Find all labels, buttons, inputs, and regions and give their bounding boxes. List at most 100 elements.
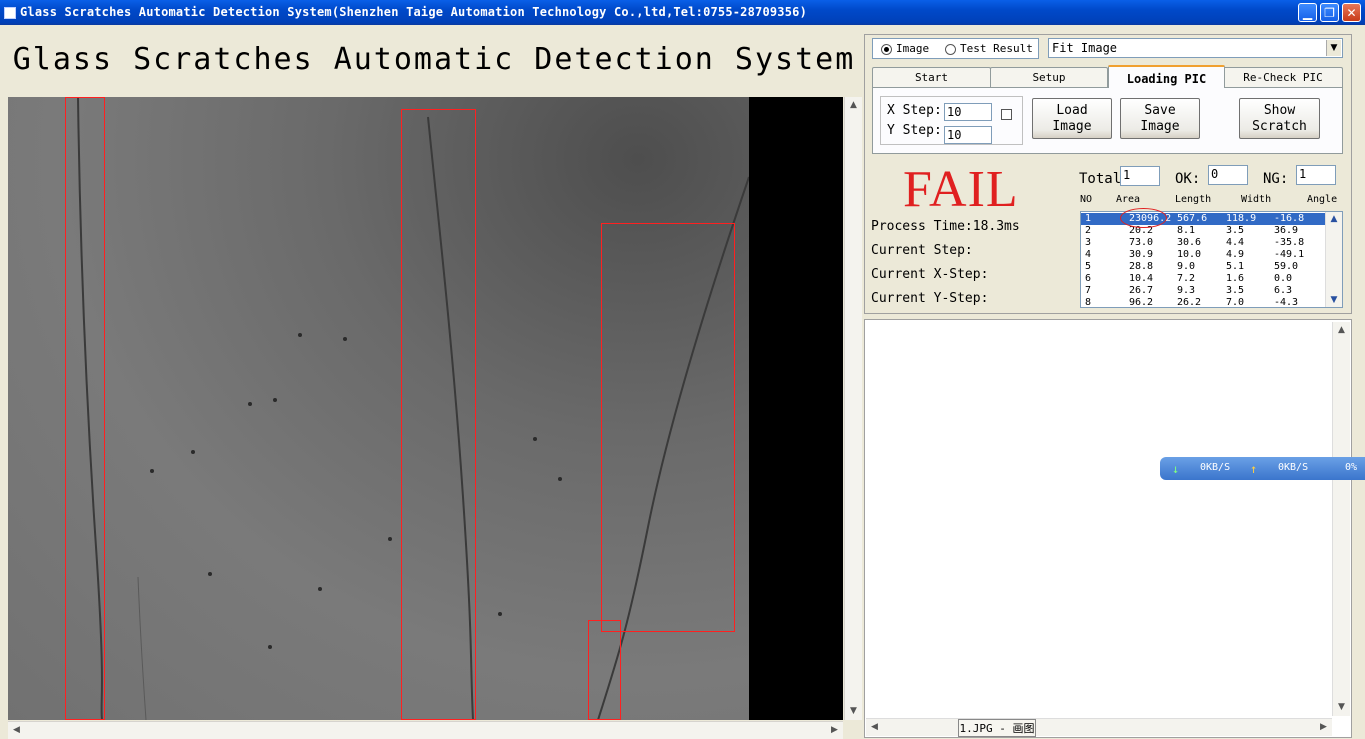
radio-test-result[interactable]: Test Result [945,42,1033,55]
scroll-up-icon[interactable]: ▲ [845,97,862,114]
scratch-box [65,97,105,720]
table-cell: 6.3 [1274,285,1293,296]
radio-off-icon [945,43,956,55]
table-row[interactable]: 8 96.2 26.2 7.0 -4.3 [1081,297,1326,308]
scroll-left-icon[interactable]: ◀ [8,722,25,739]
tab-recheck-pic[interactable]: Re-Check PIC [1223,67,1343,87]
table-cell: 10.0 [1177,249,1202,260]
title-bar: Glass Scratches Automatic Detection Syst… [0,0,1365,25]
output-area[interactable] [864,319,1352,738]
table-cell: 3.5 [1226,285,1245,296]
minimize-button[interactable]: ▁ [1298,3,1317,22]
window-title: Glass Scratches Automatic Detection Syst… [20,5,808,19]
table-cell: -35.8 [1274,237,1305,248]
ok-label: OK: [1175,171,1201,187]
usage-percent: 0% [1345,462,1358,473]
table-cell: 567.6 [1177,213,1208,224]
table-cell: 5.1 [1226,261,1245,272]
col-area: Area [1116,194,1141,205]
load-image-button[interactable]: Load Image [1032,98,1112,139]
table-cell: 59.0 [1274,261,1299,272]
table-cell: 36.9 [1274,225,1299,236]
scroll-right-icon[interactable]: ▶ [1315,719,1332,736]
highlight-circle [1120,208,1167,228]
close-button[interactable]: ✕ [1342,3,1361,22]
table-cell: 30.9 [1129,249,1154,260]
table-cell: 30.6 [1177,237,1202,248]
table-row[interactable]: 1 23096.2 567.6 118.9 -16.8 [1081,213,1326,225]
tab-start[interactable]: Start [872,67,991,87]
table-row[interactable]: 4 30.9 10.0 4.9 -49.1 [1081,249,1326,261]
x-step-label: X Step: [887,103,942,118]
scratch-box [601,223,735,632]
fit-select[interactable]: Fit Image ▼ [1048,38,1343,58]
maximize-button[interactable]: ❐ [1320,3,1339,22]
table-cell: 96.2 [1129,297,1154,308]
scratch-box [401,109,476,720]
table-cell: -16.8 [1274,213,1305,224]
chevron-down-icon[interactable]: ▼ [1326,40,1341,56]
y-step-input[interactable]: 10 [944,126,992,144]
glass-image [8,97,749,720]
output-vertical-scrollbar[interactable]: ▲ ▼ [1332,322,1350,716]
table-row[interactable]: 6 10.4 7.2 1.6 0.0 [1081,273,1326,285]
current-step: Current Step: [871,243,973,258]
ok-field[interactable]: 0 [1208,165,1248,185]
scroll-down-icon[interactable]: ▼ [1333,699,1350,716]
table-cell: 28.8 [1129,261,1154,272]
process-time: Process Time:18.3ms [871,219,1020,234]
table-cell: 10.4 [1129,273,1154,284]
scroll-left-icon[interactable]: ◀ [866,719,883,736]
table-cell: 7.0 [1226,297,1245,308]
y-step-label: Y Step: [887,123,942,138]
list-scrollbar[interactable]: ▲ ▼ [1325,212,1342,307]
scroll-right-icon[interactable]: ▶ [826,722,843,739]
table-cell: 5 [1085,261,1092,272]
table-row[interactable]: 7 26.7 9.3 3.5 6.3 [1081,285,1326,297]
table-cell: 118.9 [1226,213,1257,224]
step-checkbox[interactable] [1001,109,1012,120]
scroll-down-icon[interactable]: ▼ [845,703,862,720]
app-icon [4,7,16,19]
scroll-down-icon[interactable]: ▼ [1326,293,1342,307]
radio-on-icon [881,43,892,55]
table-row[interactable]: 5 28.8 9.0 5.1 59.0 [1081,261,1326,273]
scroll-up-icon[interactable]: ▲ [1326,212,1342,226]
col-no: NO [1080,194,1093,205]
table-cell: 8 [1085,297,1092,308]
ng-field[interactable]: 1 [1296,165,1336,185]
tab-setup[interactable]: Setup [990,67,1108,87]
tab-loading-pic[interactable]: Loading PIC [1108,65,1225,88]
table-cell: 26.7 [1129,285,1154,296]
result-list[interactable]: 1 23096.2 567.6 118.9 -16.8 2 20.2 8.1 3.5 36.9 3 7… [1080,211,1343,308]
table-row[interactable]: 3 73.0 30.6 4.4 -35.8 [1081,237,1326,249]
image-viewer[interactable] [8,97,843,720]
total-field[interactable]: 1 [1120,166,1160,186]
viewer-vertical-scrollbar[interactable]: ▲ ▼ [844,97,862,720]
table-cell: 8.1 [1177,225,1196,236]
upload-icon: ↑ [1250,462,1258,476]
table-cell: 3 [1085,237,1092,248]
radio-image[interactable]: Image [881,42,929,55]
scroll-up-icon[interactable]: ▲ [1333,322,1350,339]
table-cell: 9.0 [1177,261,1196,272]
table-row[interactable]: 2 20.2 8.1 3.5 36.9 [1081,225,1326,237]
table-cell: 3.5 [1226,225,1245,236]
scratch-box [588,620,621,720]
show-scratch-button[interactable]: Show Scratch [1239,98,1320,139]
page-title: Glass Scratches Automatic Detection Syst… [12,42,856,77]
save-image-button[interactable]: Save Image [1120,98,1200,139]
col-length: Length [1175,194,1212,205]
x-step-input[interactable]: 10 [944,103,992,121]
current-y-step: Current Y-Step: [871,291,989,306]
output-horizontal-scrollbar[interactable]: ◀ ▶ [866,718,1332,736]
table-cell: 7.2 [1177,273,1196,284]
table-cell: 4 [1085,249,1092,260]
taskbar-item[interactable]: 1.JPG - 画图 [958,719,1036,737]
col-angle: Angle [1307,194,1338,205]
table-cell: 1 [1085,213,1092,224]
viewer-horizontal-scrollbar[interactable]: ◀ ▶ [8,721,843,739]
table-cell: 9.3 [1177,285,1196,296]
table-cell: 73.0 [1129,237,1154,248]
table-cell: -4.3 [1274,297,1299,308]
